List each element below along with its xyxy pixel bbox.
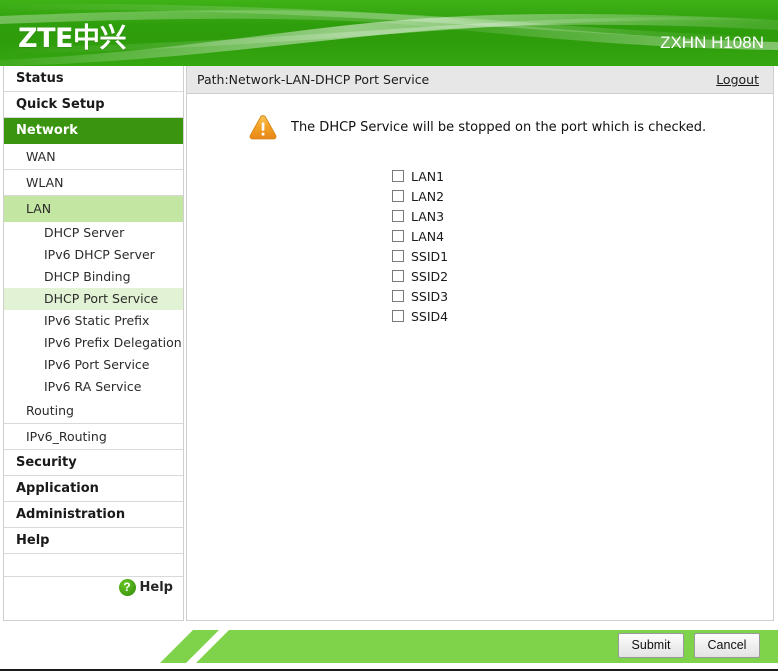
- sidebar-item-wan[interactable]: WAN: [4, 144, 183, 170]
- checkbox-label-ssid4[interactable]: SSID4: [411, 309, 448, 324]
- sidebar-item-wlan[interactable]: WLAN: [4, 170, 183, 196]
- sidebar-item-ipv6-dhcp-server[interactable]: IPv6 DHCP Server: [4, 244, 183, 266]
- sidebar-item-dhcp-port-service[interactable]: DHCP Port Service: [4, 288, 183, 310]
- sidebar-item-ipv6-static-prefix[interactable]: IPv6 Static Prefix: [4, 310, 183, 332]
- checkbox-ssid3[interactable]: [392, 290, 404, 302]
- warning-triangle-icon: [249, 115, 277, 140]
- checkbox-ssid4[interactable]: [392, 310, 404, 322]
- sidebar-item-ipv6-port-service[interactable]: IPv6 Port Service: [4, 354, 183, 376]
- port-row: SSID3: [392, 286, 448, 306]
- port-row: SSID2: [392, 266, 448, 286]
- port-row: SSID1: [392, 246, 448, 266]
- sidebar-menu-list: Status Quick Setup Network WAN WLAN LAN DHCP S…: [4, 66, 183, 577]
- checkbox-lan3[interactable]: [392, 210, 404, 222]
- sidebar-help-button[interactable]: ? Help: [118, 579, 173, 596]
- checkbox-ssid2[interactable]: [392, 270, 404, 282]
- page-body: Status Quick Setup Network WAN WLAN LAN DHCP S…: [0, 66, 778, 671]
- checkbox-label-lan4[interactable]: LAN4: [411, 229, 444, 244]
- submit-button[interactable]: Submit: [618, 633, 684, 658]
- checkbox-label-ssid1[interactable]: SSID1: [411, 249, 448, 264]
- sidebar-item-routing[interactable]: Routing: [4, 398, 183, 424]
- checkbox-label-lan2[interactable]: LAN2: [411, 189, 444, 204]
- sidebar-item-status[interactable]: Status: [4, 66, 183, 92]
- footer-bar: Submit Cancel: [0, 623, 778, 671]
- app-header-banner: ZTE中兴 ZXHN H108N: [0, 0, 778, 66]
- zte-logo: ZTE中兴: [18, 23, 126, 54]
- cancel-button[interactable]: Cancel: [694, 633, 760, 658]
- checkbox-label-ssid2[interactable]: SSID2: [411, 269, 448, 284]
- sidebar-item-ipv6-ra-service[interactable]: IPv6 RA Service: [4, 376, 183, 398]
- port-row: LAN4: [392, 226, 448, 246]
- sidebar-item-quick-setup[interactable]: Quick Setup: [4, 92, 183, 118]
- sidebar-item-lan[interactable]: LAN: [4, 196, 183, 222]
- sidebar-nav: Status Quick Setup Network WAN WLAN LAN DHCP S…: [3, 66, 184, 621]
- sidebar-item-ipv6-routing[interactable]: IPv6_Routing: [4, 424, 183, 450]
- sidebar-menu-end-divider: [4, 554, 183, 577]
- sidebar-help-label: Help: [139, 580, 173, 595]
- sidebar-item-dhcp-server[interactable]: DHCP Server: [4, 222, 183, 244]
- sidebar-item-security[interactable]: Security: [4, 450, 183, 476]
- checkbox-lan1[interactable]: [392, 170, 404, 182]
- sidebar-item-application[interactable]: Application: [4, 476, 183, 502]
- device-model-label: ZXHN H108N: [660, 33, 764, 52]
- sidebar-item-dhcp-binding[interactable]: DHCP Binding: [4, 266, 183, 288]
- checkbox-ssid1[interactable]: [392, 250, 404, 262]
- sidebar-item-network[interactable]: Network: [4, 118, 183, 144]
- port-row: LAN2: [392, 186, 448, 206]
- port-row: LAN3: [392, 206, 448, 226]
- sidebar-item-ipv6-prefix-delegation[interactable]: IPv6 Prefix Delegation: [4, 332, 183, 354]
- checkbox-label-lan1[interactable]: LAN1: [411, 169, 444, 184]
- warning-notice-text: The DHCP Service will be stopped on the …: [291, 119, 707, 135]
- port-checkbox-list: LAN1 LAN2 LAN3 LAN4 SSID1 SSID2 SSID3 SSID4: [392, 166, 448, 326]
- question-mark-circle-icon: ?: [118, 579, 136, 596]
- checkbox-label-ssid3[interactable]: SSID3: [411, 289, 448, 304]
- sidebar-item-help[interactable]: Help: [4, 528, 183, 554]
- checkbox-lan2[interactable]: [392, 190, 404, 202]
- port-row: LAN1: [392, 166, 448, 186]
- port-row: SSID4: [392, 306, 448, 326]
- content-panel: Path:Network-LAN-DHCP Port Service Logou…: [186, 66, 774, 621]
- footer-action-buttons: Submit Cancel: [618, 633, 760, 658]
- sidebar-item-administration[interactable]: Administration: [4, 502, 183, 528]
- breadcrumb-bar: Path:Network-LAN-DHCP Port Service Logou…: [187, 66, 773, 94]
- checkbox-lan4[interactable]: [392, 230, 404, 242]
- checkbox-label-lan3[interactable]: LAN3: [411, 209, 444, 224]
- warning-notice: The DHCP Service will be stopped on the …: [249, 114, 706, 140]
- breadcrumb: Path:Network-LAN-DHCP Port Service: [197, 72, 430, 87]
- logout-link[interactable]: Logout: [716, 66, 759, 93]
